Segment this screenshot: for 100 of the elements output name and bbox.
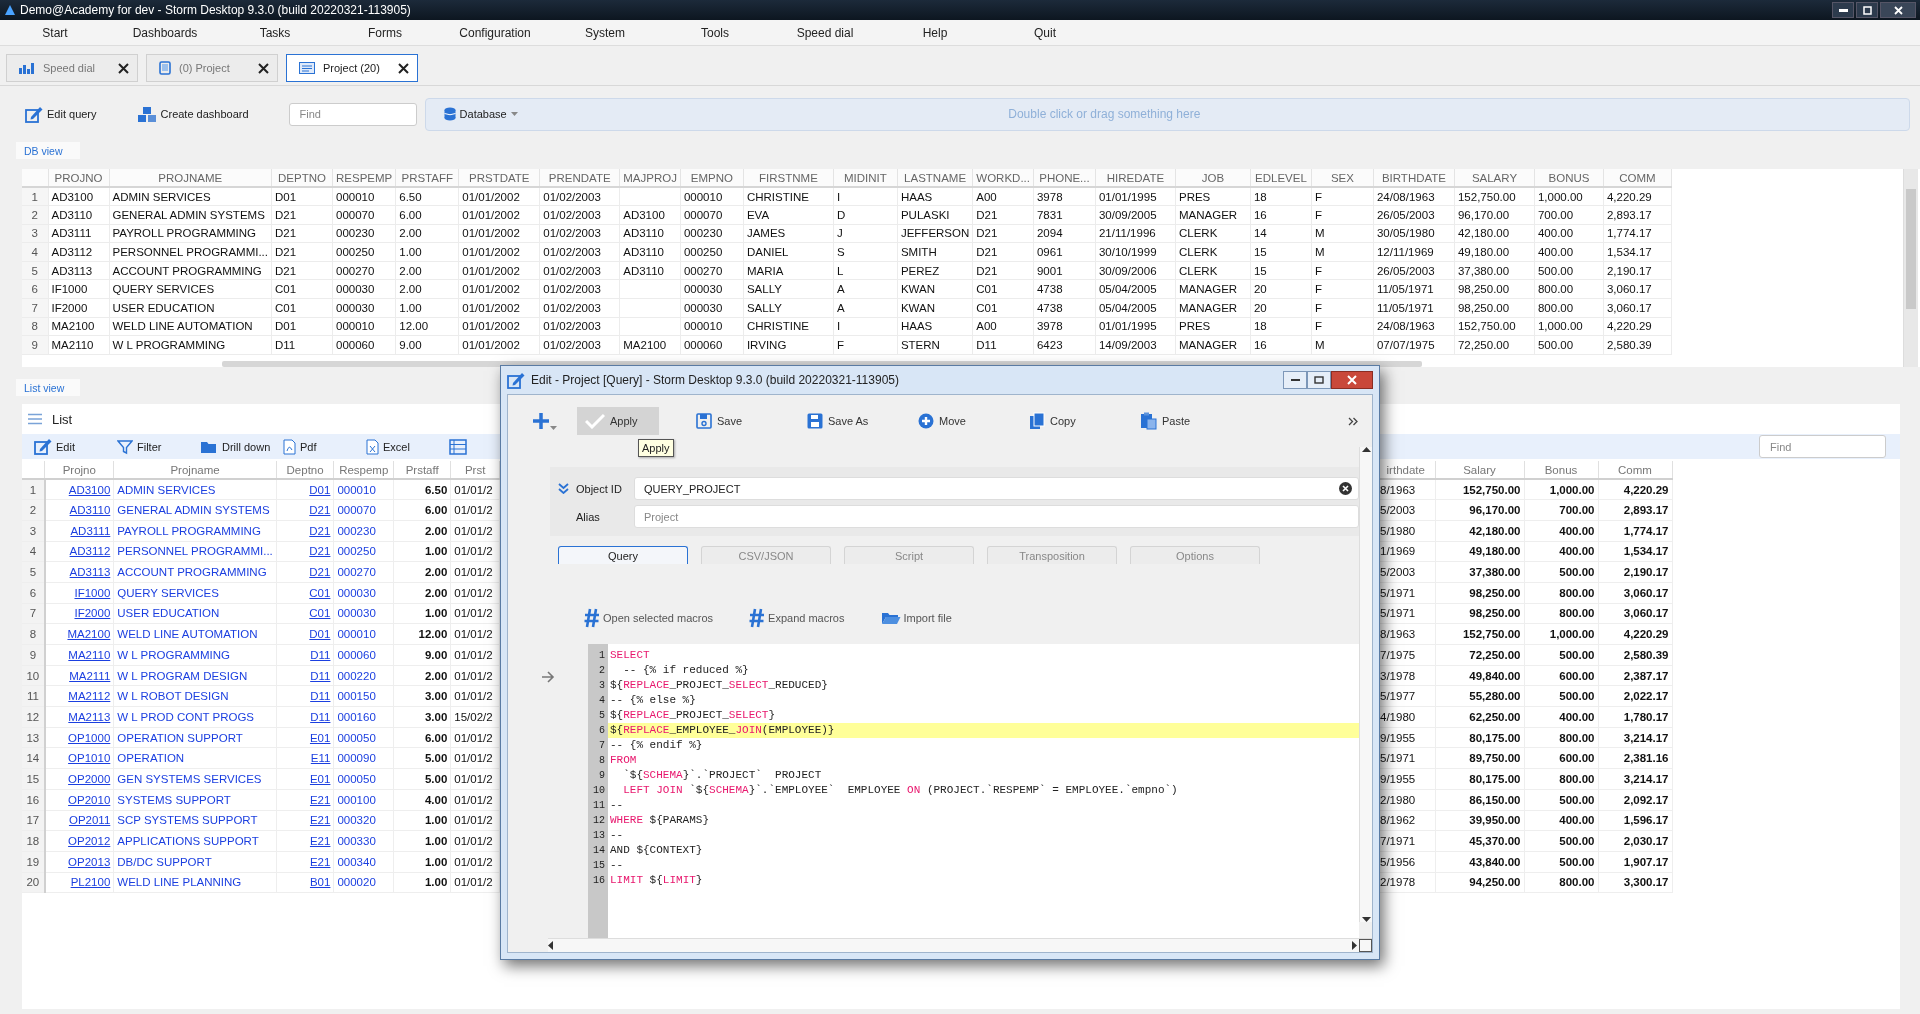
- link[interactable]: B01: [276, 872, 334, 893]
- column-header[interactable]: Prstaff: [393, 461, 451, 479]
- link[interactable]: D21: [276, 499, 334, 521]
- column-header[interactable]: EDLEVEL: [1250, 169, 1312, 187]
- column-header[interactable]: PHONE...: [1033, 169, 1096, 187]
- toolbar-button[interactable]: Apply: [577, 407, 659, 435]
- column-header[interactable]: Bonus: [1524, 461, 1598, 479]
- menu-item[interactable]: Quit: [990, 25, 1100, 40]
- column-header[interactable]: Deptno: [276, 461, 334, 479]
- link[interactable]: E01: [276, 768, 334, 790]
- link[interactable]: OP2012: [44, 830, 114, 852]
- column-header[interactable]: JOB: [1175, 169, 1251, 187]
- link[interactable]: D01: [276, 623, 334, 645]
- column-header[interactable]: Respemp: [333, 461, 394, 479]
- link[interactable]: E21: [276, 830, 334, 852]
- column-header[interactable]: DEPTNO: [271, 169, 333, 187]
- column-header[interactable]: Salary: [1435, 461, 1524, 479]
- toolbar-button[interactable]: Copy: [1021, 407, 1126, 435]
- link[interactable]: MA2111: [44, 665, 114, 686]
- menu-item[interactable]: Speed dial: [770, 25, 880, 40]
- column-header[interactable]: HIREDATE: [1095, 169, 1176, 187]
- column-header[interactable]: PRSTAFF: [395, 169, 459, 187]
- column-header[interactable]: RESPEMP: [332, 169, 396, 187]
- tab[interactable]: Query: [558, 546, 688, 564]
- link[interactable]: MA2100: [44, 623, 114, 645]
- column-header[interactable]: SALARY: [1454, 169, 1535, 187]
- link[interactable]: D11: [276, 685, 334, 707]
- link[interactable]: D11: [276, 706, 334, 728]
- link[interactable]: MA2112: [44, 685, 114, 707]
- link[interactable]: D11: [276, 644, 334, 666]
- menu-item[interactable]: Dashboards: [110, 25, 220, 40]
- column-header[interactable]: WORKD...: [972, 169, 1034, 187]
- column-header[interactable]: PRSTDATE: [458, 169, 540, 187]
- object-id-field[interactable]: QUERY_PROJECT: [634, 477, 1359, 500]
- tab[interactable]: (0) Project: [146, 54, 278, 82]
- create-dashboard-button[interactable]: Create dashboard: [136, 105, 249, 123]
- column-header[interactable]: MAJPROJ: [619, 169, 681, 187]
- link[interactable]: E01: [276, 727, 334, 748]
- link[interactable]: AD3112: [44, 541, 114, 562]
- link[interactable]: D21: [276, 520, 334, 542]
- toolbar-button[interactable]: Paste: [1132, 407, 1237, 435]
- link[interactable]: E11: [276, 747, 334, 769]
- menu-item[interactable]: Configuration: [440, 25, 550, 40]
- link[interactable]: D21: [276, 561, 334, 583]
- toolbar-button[interactable]: Import file: [880, 608, 952, 628]
- drop-zone[interactable]: Database Double click or drag something here: [424, 97, 1910, 131]
- column-header[interactable]: Projname: [113, 461, 277, 479]
- toolbar-button[interactable]: Save: [688, 407, 793, 435]
- link[interactable]: OP1010: [44, 747, 114, 769]
- column-header[interactable]: BIRTHDATE: [1373, 169, 1455, 187]
- toolbar-button[interactable]: Pdf: [283, 438, 366, 455]
- column-header[interactable]: BONUS: [1534, 169, 1604, 187]
- link[interactable]: OP2010: [44, 789, 114, 810]
- link[interactable]: IF2000: [44, 603, 114, 624]
- link[interactable]: AD3111: [44, 520, 114, 542]
- menu-item[interactable]: Start: [0, 25, 110, 40]
- toolbar-button[interactable]: Excel: [366, 438, 449, 455]
- database-dropdown[interactable]: Database: [443, 107, 518, 121]
- link[interactable]: MA2113: [44, 706, 114, 728]
- tab[interactable]: Speed dial: [6, 54, 138, 82]
- view-tab[interactable]: DB view: [16, 142, 80, 159]
- menu-item[interactable]: Tools: [660, 25, 770, 40]
- column-header[interactable]: MIDINIT: [833, 169, 898, 187]
- toolbar-button[interactable]: Expand macros: [749, 608, 845, 628]
- link[interactable]: D11: [276, 665, 334, 686]
- link[interactable]: OP1000: [44, 727, 114, 748]
- toolbar-button[interactable]: Move: [910, 407, 1015, 435]
- link[interactable]: OP2013: [44, 851, 114, 873]
- link[interactable]: E21: [276, 810, 334, 831]
- column-header[interactable]: PRENDATE: [539, 169, 620, 187]
- menu-item[interactable]: Forms: [330, 25, 440, 40]
- column-header[interactable]: FIRSTNME: [743, 169, 834, 187]
- toolbar-button[interactable]: Save As: [799, 407, 904, 435]
- column-header[interactable]: PROJNO: [48, 169, 109, 187]
- toolbar-button[interactable]: Edit: [34, 438, 117, 455]
- toolbar-button[interactable]: Filter: [117, 438, 200, 455]
- link[interactable]: C01: [276, 582, 334, 604]
- column-header[interactable]: COMM: [1603, 169, 1672, 187]
- menu-item[interactable]: System: [550, 25, 660, 40]
- column-header[interactable]: EMPNO: [680, 169, 744, 187]
- link[interactable]: IF1000: [44, 582, 114, 604]
- toolbar-button[interactable]: Open selected macros: [584, 608, 714, 628]
- toolbar-button[interactable]: Drill down: [200, 439, 283, 454]
- search-field[interactable]: Find: [1759, 435, 1886, 458]
- link[interactable]: D01: [276, 479, 334, 500]
- link[interactable]: C01: [276, 603, 334, 624]
- link[interactable]: E21: [276, 789, 334, 810]
- link[interactable]: AD3100: [44, 479, 114, 500]
- column-header[interactable]: Comm: [1598, 461, 1672, 479]
- link[interactable]: AD3113: [44, 561, 114, 583]
- link[interactable]: AD3110: [44, 499, 114, 521]
- column-header[interactable]: LASTNAME: [897, 169, 973, 187]
- tab[interactable]: Project (20): [286, 54, 418, 82]
- link[interactable]: E21: [276, 851, 334, 873]
- column-header[interactable]: SEX: [1311, 169, 1374, 187]
- alias-field[interactable]: Project: [634, 505, 1359, 528]
- link[interactable]: D21: [276, 541, 334, 562]
- search-field[interactable]: Find: [288, 102, 417, 126]
- menu-item[interactable]: Help: [880, 25, 990, 40]
- column-header[interactable]: PROJNAME: [109, 169, 272, 187]
